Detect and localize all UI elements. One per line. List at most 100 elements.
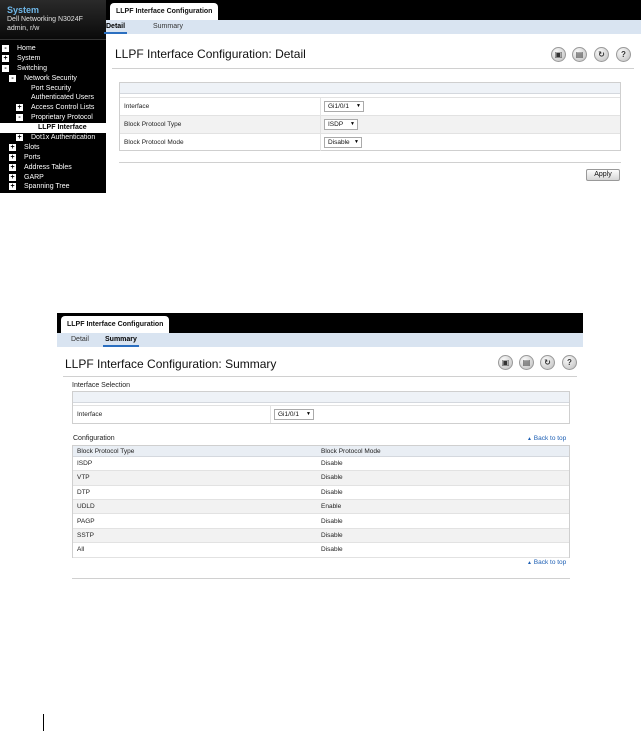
- nav-item[interactable]: + Spanning Tree: [0, 182, 106, 192]
- bottom-divider: [72, 578, 570, 579]
- interface-selection-title: Interface Selection: [72, 382, 130, 389]
- nav-item[interactable]: + Ports: [0, 153, 106, 163]
- cell-block-protocol-type: VTP: [77, 474, 90, 482]
- table-row: All Disable: [73, 543, 569, 558]
- nav-item[interactable]: - Proprietary Protocol: [0, 113, 106, 123]
- help-icon[interactable]: ?: [616, 47, 631, 62]
- nav-item[interactable]: + Dot1x Authentication: [0, 133, 106, 143]
- refresh-icon[interactable]: ↻: [594, 47, 609, 62]
- expand-icon[interactable]: +: [9, 183, 16, 191]
- nav-item-label: Slots: [24, 143, 40, 151]
- subtab-summary[interactable]: Summary: [153, 20, 183, 34]
- table-row: DTP Disable: [73, 486, 569, 500]
- page-tab-bar: LLPF Interface Configuration: [106, 0, 641, 20]
- interface-label: Interface: [77, 411, 103, 418]
- save-icon[interactable]: ▣: [498, 355, 513, 370]
- nav-item[interactable]: - Switching: [0, 64, 106, 74]
- cell-block-protocol-type: PAGP: [77, 517, 95, 525]
- cell-block-protocol-type: UDLD: [77, 503, 95, 511]
- collapse-icon[interactable]: -: [2, 64, 9, 72]
- collapse-icon[interactable]: -: [9, 74, 16, 82]
- table-row: UDLD Enable: [73, 500, 569, 515]
- collapse-icon[interactable]: -: [2, 45, 9, 52]
- column-header-block-protocol-type[interactable]: Block Protocol Type: [77, 448, 134, 455]
- nav-item[interactable]: + Access Control Lists: [0, 103, 106, 113]
- cell-block-protocol-type: ISDP: [77, 460, 93, 467]
- nav-header: System Dell Networking N3024F admin, r/w: [0, 0, 106, 40]
- table-row: PAGP Disable: [73, 515, 569, 529]
- print-icon[interactable]: ▤: [572, 47, 587, 62]
- expand-icon[interactable]: +: [16, 134, 23, 142]
- block-protocol-type-select[interactable]: ISDP ▼: [324, 119, 358, 130]
- configuration-table: Block Protocol Type Block Protocol Mode …: [72, 445, 570, 558]
- back-to-top-link-lower[interactable]: ▲ Back to top: [527, 559, 566, 566]
- cell-block-protocol-mode: Disable: [321, 517, 343, 525]
- back-to-top-label: Back to top: [533, 435, 567, 442]
- nav-item[interactable]: + Slots: [0, 143, 106, 153]
- save-icon[interactable]: ▣: [551, 47, 566, 62]
- arrow-up-icon: ▲: [527, 560, 532, 566]
- subtab-bar: Detail Summary: [104, 20, 641, 34]
- expand-icon[interactable]: +: [9, 163, 16, 171]
- cell-block-protocol-mode: Enable: [321, 503, 342, 511]
- help-icon[interactable]: ?: [562, 355, 577, 370]
- subtab-bar: Detail Summary: [57, 333, 583, 347]
- expand-icon[interactable]: +: [9, 143, 16, 151]
- nav-item[interactable]: - Home: [0, 44, 106, 54]
- column-header-block-protocol-mode[interactable]: Block Protocol Mode: [321, 448, 381, 455]
- nav-system-title[interactable]: System: [7, 5, 39, 15]
- nav-item[interactable]: + GARP: [0, 173, 106, 183]
- refresh-icon[interactable]: ↻: [540, 355, 555, 370]
- apply-button[interactable]: Apply: [586, 169, 620, 181]
- nav-item[interactable]: Port Security: [0, 84, 106, 94]
- nav-item[interactable]: Authenticated Users: [0, 93, 106, 103]
- column-divider: [320, 116, 321, 133]
- subtab-summary[interactable]: Summary: [103, 333, 139, 347]
- nav-item-label: System: [17, 54, 41, 62]
- nav-item-label: Authenticated Users: [31, 94, 95, 102]
- nav-item-label: Spanning Tree: [24, 183, 70, 191]
- chevron-down-icon: ▼: [350, 121, 355, 127]
- nav-item-label: LLPF Interface: [38, 124, 87, 132]
- column-divider: [320, 98, 321, 115]
- nav-item[interactable]: - Network Security: [0, 74, 106, 84]
- title-divider: [112, 68, 634, 69]
- interface-selection-header: [73, 392, 569, 403]
- column-divider: [270, 406, 271, 423]
- nav-item[interactable]: LLPF Interface: [0, 123, 106, 134]
- cell-block-protocol-type: All: [77, 546, 85, 554]
- nav-item-label: GARP: [24, 173, 44, 181]
- nav-item-label: Address Tables: [24, 163, 72, 171]
- table-row: ISDP Disable: [73, 457, 569, 472]
- tab-llpf-interface-configuration[interactable]: LLPF Interface Configuration: [110, 3, 219, 20]
- configuration-table-header: Block Protocol Type Block Protocol Mode: [73, 446, 569, 457]
- page-margin-mark: [43, 714, 44, 731]
- collapse-icon[interactable]: -: [16, 114, 23, 122]
- expand-icon[interactable]: +: [16, 104, 23, 112]
- interface-select[interactable]: Gi1/0/1 ▼: [324, 101, 364, 112]
- block-protocol-mode-select[interactable]: Disable ▼: [324, 137, 362, 148]
- subtab-detail[interactable]: Detail: [71, 333, 89, 347]
- expand-icon[interactable]: +: [9, 153, 16, 161]
- expand-icon[interactable]: +: [9, 173, 16, 181]
- nav-item[interactable]: + System: [0, 54, 106, 64]
- block-protocol-type-label: Block Protocol Type: [124, 121, 182, 128]
- summary-screenshot: LLPF Interface Configuration Detail Summ…: [57, 313, 583, 585]
- expand-icon[interactable]: +: [2, 54, 9, 62]
- interface-label: Interface: [124, 103, 150, 110]
- cell-block-protocol-mode: Disable: [321, 474, 343, 482]
- nav-user-info: admin, r/w: [7, 25, 40, 32]
- nav-item[interactable]: + Address Tables: [0, 163, 106, 173]
- table-row: SSTP Disable: [73, 529, 569, 544]
- block-protocol-mode-label: Block Protocol Mode: [124, 139, 184, 146]
- tab-llpf-interface-configuration[interactable]: LLPF Interface Configuration: [61, 316, 170, 333]
- interface-select[interactable]: Gi1/0/1 ▼: [274, 409, 314, 420]
- subtab-detail[interactable]: Detail: [104, 20, 128, 34]
- cell-block-protocol-mode: Disable: [321, 460, 343, 467]
- chevron-down-icon: ▼: [354, 139, 359, 145]
- subtab-detail-label: Detail: [106, 23, 126, 30]
- back-to-top-link-upper[interactable]: ▲ Back to top: [527, 435, 566, 442]
- nav-item-label: Dot1x Authentication: [31, 134, 96, 142]
- print-icon[interactable]: ▤: [519, 355, 534, 370]
- nav-tree: - Home + System - Switching - Network Security P…: [0, 44, 106, 192]
